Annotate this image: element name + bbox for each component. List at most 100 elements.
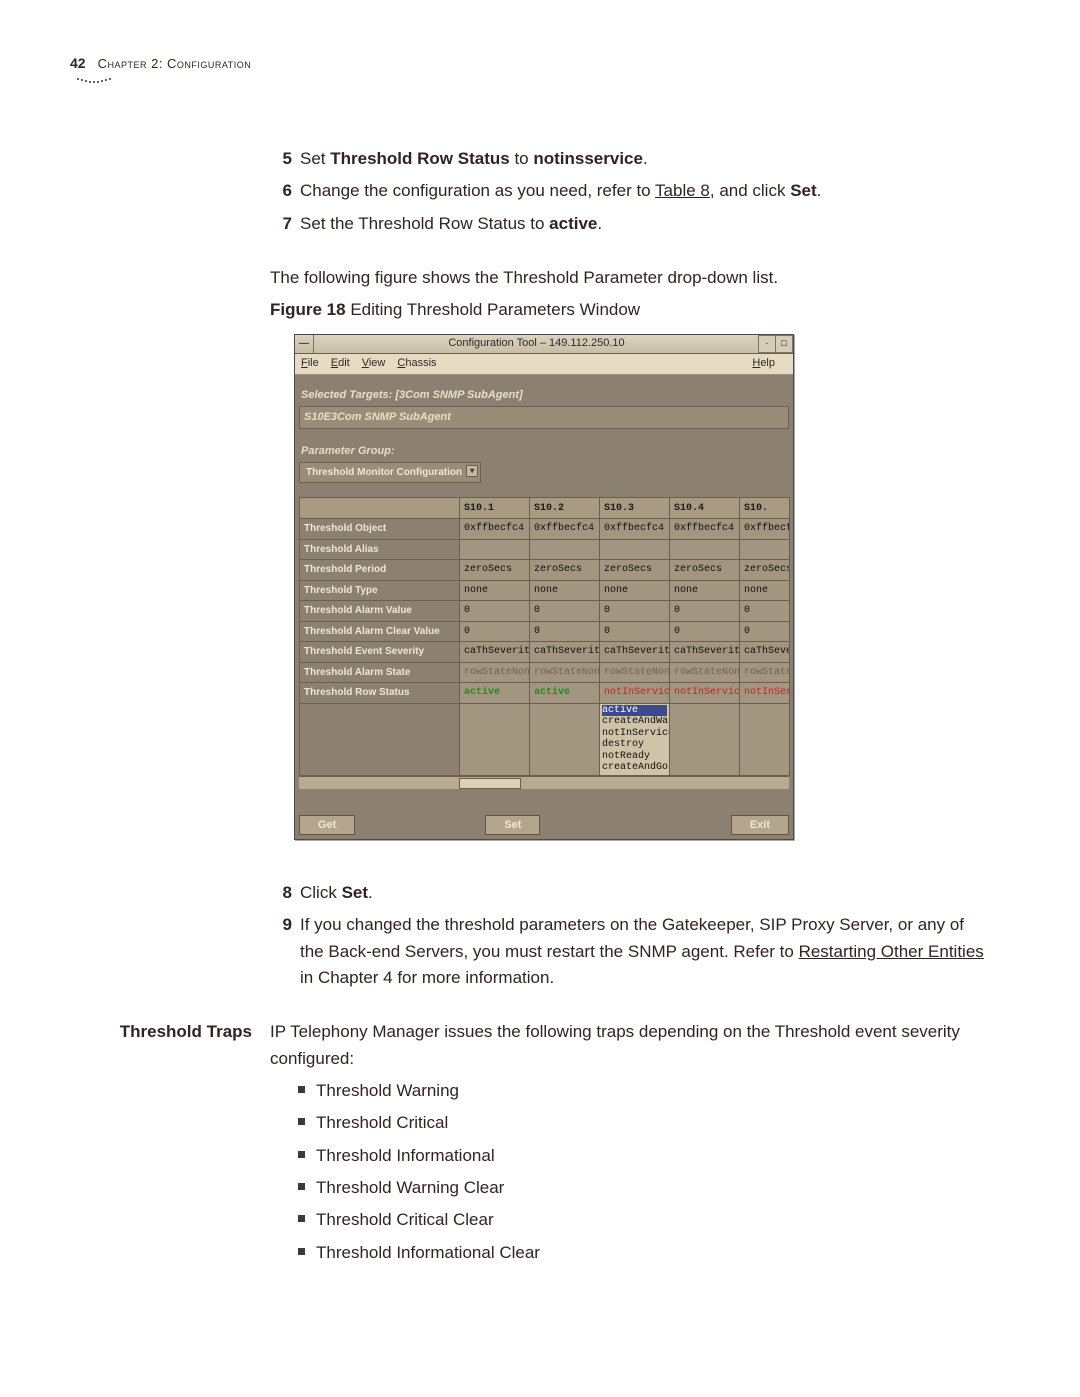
table-cell[interactable]: 0 [530,601,600,622]
table-cell[interactable]: rowStateNone [600,662,670,683]
row-label: Threshold Alarm Clear Value [300,621,460,642]
table-cell[interactable]: rowStateNone [670,662,740,683]
dropdown-option[interactable]: createAndWa [602,716,667,728]
dropdown-option[interactable]: createAndGo [602,762,667,774]
parameter-group-dropdown[interactable]: Threshold Monitor Configuration ▾ [299,462,481,484]
minimize-icon[interactable]: · [758,335,776,353]
table-cell[interactable]: notInService [670,683,740,704]
window-title: Configuration Tool – 149.112.250.10 [314,335,759,352]
table-cell[interactable]: 0 [460,601,530,622]
table-cell[interactable]: rowStateNone [460,662,530,683]
menu-help[interactable]: Help [752,355,775,372]
list-item: Threshold Critical Clear [298,1207,990,1233]
list-item: Threshold Warning [298,1078,990,1104]
table-cell[interactable]: notInSer [740,683,790,704]
exit-button[interactable]: Exit [731,815,789,835]
row-label: Threshold Period [300,560,460,581]
figure-caption: Figure 18 Editing Threshold Parameters W… [270,297,990,323]
table-cell[interactable] [670,539,740,560]
chevron-down-icon[interactable]: ▾ [466,465,478,477]
table-cell[interactable]: none [600,580,670,601]
list-item: Threshold Warning Clear [298,1175,990,1201]
row-label: Threshold Alias [300,539,460,560]
table-cell[interactable] [530,539,600,560]
table-cell[interactable]: none [670,580,740,601]
table-cell[interactable]: 0 [600,601,670,622]
table-cell[interactable]: 0xffbecfc4 [530,519,600,540]
column-header: S10.3 [600,498,670,519]
maximize-icon[interactable]: □ [775,335,793,353]
dropdown-option[interactable]: active [602,705,667,717]
table-cell[interactable]: none [740,580,790,601]
table-cell[interactable]: 0xffbecfc4 [600,519,670,540]
menu-chassis[interactable]: Chassis [397,355,436,372]
table-cell[interactable] [740,539,790,560]
set-button[interactable]: Set [485,815,540,835]
table-cell[interactable]: none [530,580,600,601]
table-cell[interactable]: 0 [670,601,740,622]
table-row: Threshold Alias [300,539,790,560]
table-cell[interactable]: active [530,683,600,704]
table-cell[interactable]: none [460,580,530,601]
step-item: 9If you changed the threshold parameters… [270,912,990,991]
table-cell[interactable]: zeroSecs [460,560,530,581]
table-cell[interactable]: 0 [740,621,790,642]
configuration-tool-window: — Configuration Tool – 149.112.250.10 · … [294,334,794,840]
list-item: Threshold Informational [298,1143,990,1169]
table-cell[interactable]: 0 [670,621,740,642]
row-label: Threshold Alarm State [300,662,460,683]
table-cell[interactable]: 0xffbecfc4 [670,519,740,540]
row-label: Threshold Event Severity [300,642,460,663]
table-cell[interactable]: caThSeverity [600,642,670,663]
menu-edit[interactable]: Edit [331,355,350,372]
table-cell[interactable]: zeroSecs [600,560,670,581]
table-cell[interactable]: caThSeverity [460,642,530,663]
subagent-box[interactable]: S10E3Com SNMP SubAgent [299,406,789,429]
row-label: Threshold Row Status [300,683,460,704]
page-number: 42 [70,55,86,71]
table-row: Threshold Event SeveritycaThSeveritycaTh… [300,642,790,663]
table-cell[interactable]: 0 [530,621,600,642]
table-cell[interactable]: caThSeverity [670,642,740,663]
table-cell[interactable]: zeroSecs [530,560,600,581]
horizontal-scrollbar[interactable] [299,776,789,789]
list-item: Threshold Critical [298,1110,990,1136]
table-cell[interactable]: active [460,683,530,704]
column-header: S10.1 [460,498,530,519]
table-cell[interactable]: 0 [740,601,790,622]
table-cell[interactable]: zeroSecs [740,560,790,581]
table-row: Threshold Row StatusactiveactivenotInSer… [300,683,790,704]
table-cell[interactable]: zeroSecs [670,560,740,581]
row-status-dropdown[interactable]: activecreateAndWanotInServicedestroynotR… [600,703,670,775]
table-cell[interactable] [460,539,530,560]
window-menu-icon[interactable]: — [295,335,314,353]
table-cell[interactable]: 0 [460,621,530,642]
row-label: Threshold Object [300,519,460,540]
table-cell[interactable]: rowStateNone [530,662,600,683]
table-cell[interactable]: 0xffbecfc4 [460,519,530,540]
get-button[interactable]: Get [299,815,355,835]
table-cell[interactable]: caThSeverity [530,642,600,663]
table-cell[interactable]: rowState [740,662,790,683]
section-heading-threshold-traps: Threshold Traps [112,1019,252,1045]
table-row: Threshold Object0xffbecfc40xffbecfc40xff… [300,519,790,540]
list-item: Threshold Informational Clear [298,1240,990,1266]
dropdown-option[interactable]: destroy [602,739,667,751]
table-row: Threshold Alarm Clear Value00000 [300,621,790,642]
menu-file[interactable]: File [301,355,319,372]
table-cell[interactable]: notInService [600,683,670,704]
table-cell[interactable]: caThSeve [740,642,790,663]
table-row: Threshold Alarm Value00000 [300,601,790,622]
threshold-table: S10.1S10.2S10.3S10.4S10. Threshold Objec… [299,497,790,776]
menu-view[interactable]: View [362,355,386,372]
table-row: Threshold Alarm StaterowStateNonerowStat… [300,662,790,683]
parameter-group-label: Parameter Group: [301,443,789,460]
table-cell[interactable] [600,539,670,560]
dropdown-option[interactable]: notReady [602,751,667,763]
step-item: 7Set the Threshold Row Status to active. [270,211,990,237]
decoration-dots [76,77,111,91]
table-cell[interactable]: 0 [600,621,670,642]
dropdown-option[interactable]: notInService [602,728,667,740]
table-cell[interactable]: 0xffbecf [740,519,790,540]
table-row: Threshold Typenonenonenonenonenone [300,580,790,601]
